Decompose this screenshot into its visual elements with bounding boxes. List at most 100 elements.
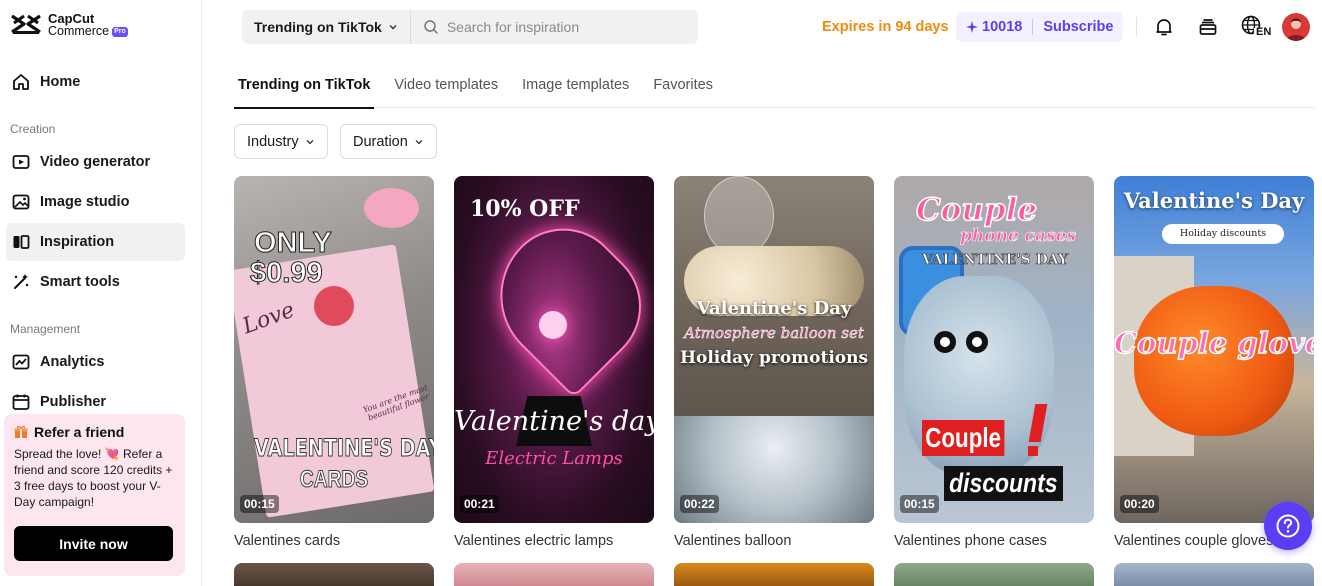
overlay-text: VALENTINE'S DAY [254, 434, 434, 463]
overlay-text: Valentine's Day [1123, 188, 1305, 213]
template-card[interactable]: 10% OFF Valentine's day Electric Lamps 0… [454, 176, 654, 549]
overlay-text: CARDS [299, 466, 369, 494]
help-button[interactable] [1264, 502, 1312, 550]
overlay-text: Valentine's Day [696, 298, 852, 319]
magic-wand-icon [14, 274, 29, 289]
gloves-artwork [1134, 286, 1294, 436]
chevron-down-icon [306, 139, 314, 144]
search-category-dropdown[interactable]: Trending on TikTok [242, 10, 411, 44]
capcut-logo-icon [10, 12, 42, 38]
chevron-down-icon [415, 139, 423, 144]
home-icon [13, 74, 29, 90]
question-mark-icon [1276, 514, 1300, 538]
sidebar-item-label: Inspiration [40, 234, 115, 250]
template-card[interactable]: ONLY $0.99 Love You are the most beautif… [234, 176, 434, 549]
card-title[interactable]: Valentines balloon [674, 533, 874, 549]
template-card-partial[interactable] [234, 563, 434, 586]
notifications-button[interactable] [1151, 14, 1177, 40]
pro-badge: Pro [112, 26, 128, 37]
header-divider [1136, 17, 1137, 37]
card-thumbnail[interactable]: Valentine's Day Holiday discounts Couple… [1114, 176, 1314, 523]
duration-badge: 00:22 [680, 495, 719, 513]
industry-filter[interactable]: Industry [234, 124, 328, 159]
tab-favorites[interactable]: Favorites [649, 76, 717, 108]
overlay-text: Holiday promotions [679, 348, 869, 368]
overlay-text: ONLY [254, 227, 333, 259]
overlay-text: Valentine's day [454, 406, 654, 437]
card-thumbnail[interactable]: ONLY $0.99 Love You are the most beautif… [234, 176, 434, 523]
gift-icon [14, 426, 28, 438]
sidebar-item-inspiration[interactable]: Inspiration [6, 223, 185, 261]
section-label-management: Management [10, 322, 81, 336]
overlay-text: 10% OFF [470, 196, 580, 222]
template-card[interactable]: Couple phone cases VALENTINE'S DAY Coupl… [894, 176, 1094, 549]
sidebar-item-label: Analytics [40, 354, 105, 370]
template-card-partial[interactable] [1114, 563, 1314, 586]
inbox-stack-icon [1199, 19, 1217, 35]
overlay-text: Couple [915, 191, 1038, 229]
card-thumbnail[interactable]: Valentine's Day Atmosphere balloon set H… [674, 176, 874, 523]
card-title[interactable]: Valentines phone cases [894, 533, 1094, 549]
overlay-text: Couple gloves [1114, 325, 1314, 361]
sidebar-item-video-generator[interactable]: Video generator [6, 143, 185, 181]
duration-filter[interactable]: Duration [340, 124, 437, 159]
template-card-partial[interactable] [894, 563, 1094, 586]
brand-text: CapCut Commerce Pro [48, 12, 128, 38]
overlay-text: discounts [944, 466, 1063, 501]
sidebar-item-label: Image studio [40, 194, 130, 210]
sidebar-item-analytics[interactable]: Analytics [6, 343, 185, 381]
sidebar-item-smart-tools[interactable]: Smart tools [6, 263, 185, 301]
card-title[interactable]: Valentines cards [234, 533, 434, 549]
refer-title: Refer a friend [34, 424, 125, 440]
card-thumbnail[interactable]: Couple phone cases VALENTINE'S DAY Coupl… [894, 176, 1094, 523]
card-thumbnail[interactable]: 10% OFF Valentine's day Electric Lamps 0… [454, 176, 654, 523]
overlay-text: Couple [922, 420, 1005, 456]
brand-sub: Commerce [48, 24, 110, 38]
template-card-partial[interactable] [454, 563, 654, 586]
eye-artwork [934, 331, 956, 353]
refer-card: Refer a friend Spread the love! 💘 Refer … [4, 414, 185, 576]
search-category-label: Trending on TikTok [254, 19, 382, 35]
subscribe-link[interactable]: Subscribe [1043, 19, 1113, 35]
section-label-creation: Creation [10, 122, 56, 136]
sidebar-item-label: Video generator [40, 154, 151, 170]
overlay-text: VALENTINE'S DAY [922, 252, 1069, 269]
overlay-text: Holiday discounts [1162, 224, 1284, 244]
balloon-artwork [704, 176, 774, 256]
refer-title-row: Refer a friend [14, 424, 175, 440]
sidebar-item-label: Smart tools [40, 274, 120, 290]
tab-image-templates[interactable]: Image templates [518, 76, 633, 108]
search-input-wrap [411, 19, 698, 35]
bow-artwork [364, 188, 419, 228]
industry-filter-label: Industry [247, 133, 299, 150]
expires-notice: Expires in 94 days [822, 19, 949, 35]
sidebar-item-home[interactable]: Home [6, 63, 185, 101]
inspiration-icon [13, 235, 30, 249]
avatar[interactable] [1282, 13, 1310, 41]
template-card-partial[interactable] [674, 563, 874, 586]
card-title[interactable]: Valentines electric lamps [454, 533, 654, 549]
heart-lamp-artwork [471, 203, 654, 399]
tab-video-templates[interactable]: Video templates [390, 76, 502, 108]
duration-badge: 00:15 [240, 495, 279, 513]
rose-artwork [314, 286, 354, 326]
invite-now-button[interactable]: Invite now [14, 526, 173, 561]
sidebar-item-image-studio[interactable]: Image studio [6, 183, 185, 221]
language-code: EN [1256, 26, 1272, 38]
video-generator-icon [12, 155, 30, 169]
storage-button[interactable] [1195, 14, 1221, 40]
language-button[interactable]: EN [1240, 14, 1272, 40]
chevron-down-icon [389, 25, 397, 30]
template-card[interactable]: Valentine's Day Atmosphere balloon set H… [674, 176, 874, 549]
search-input[interactable] [446, 19, 687, 35]
refer-body: Spread the love! 💘 Refer a friend and sc… [14, 447, 173, 509]
template-card[interactable]: Valentine's Day Holiday discounts Couple… [1114, 176, 1314, 549]
duration-badge: 00:20 [1120, 495, 1159, 513]
credits-subscribe-box: 10018 Subscribe [956, 12, 1123, 42]
image-studio-icon [12, 194, 30, 210]
duration-filter-label: Duration [353, 133, 408, 150]
bell-icon [1156, 19, 1172, 36]
credits-count[interactable]: 10018 [982, 19, 1022, 35]
brand-logo[interactable]: CapCut Commerce Pro [10, 12, 128, 38]
tab-trending-on-tiktok[interactable]: Trending on TikTok [234, 76, 375, 109]
